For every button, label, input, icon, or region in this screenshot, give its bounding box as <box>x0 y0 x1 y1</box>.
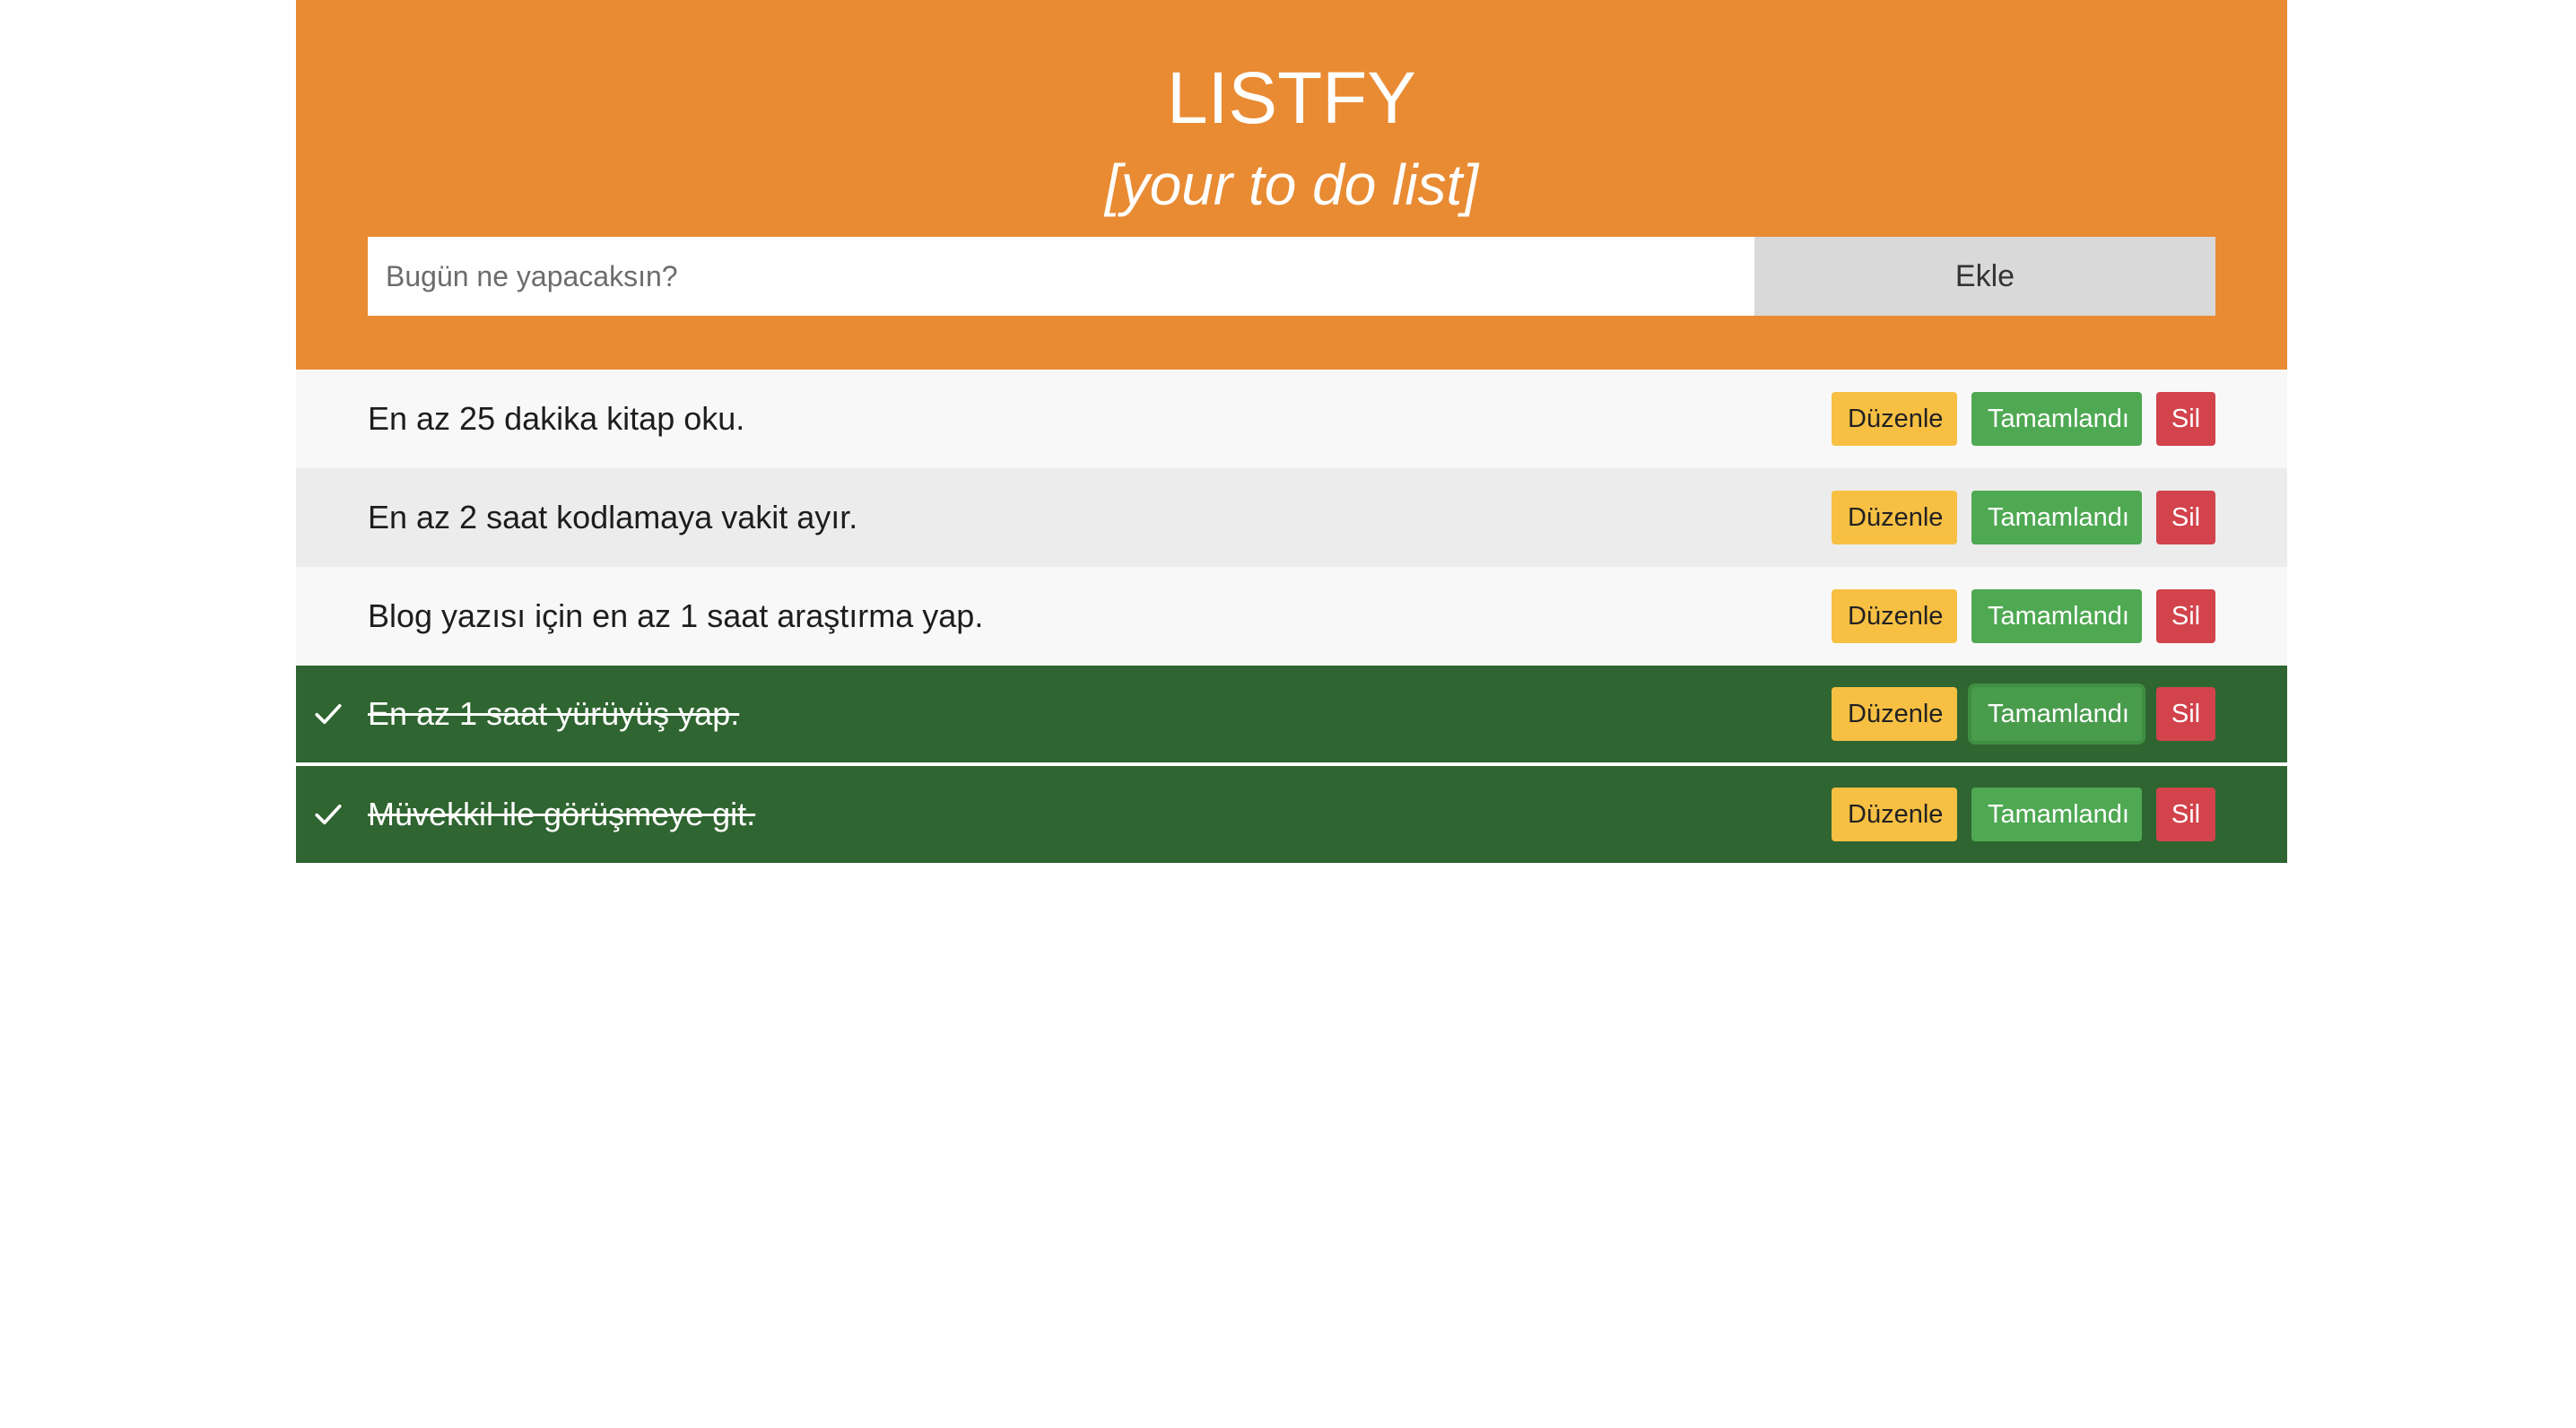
delete-button[interactable]: Sil <box>2156 392 2215 446</box>
task-list: En az 25 dakika kitap oku. Düzenle Tamam… <box>296 370 2287 866</box>
task-actions: Düzenle Tamamlandı Sil <box>1832 491 2215 544</box>
add-task-form: Ekle <box>368 237 2215 316</box>
task-actions: Düzenle Tamamlandı Sil <box>1832 392 2215 446</box>
task-text: En az 25 dakika kitap oku. <box>368 400 745 437</box>
edit-button[interactable]: Düzenle <box>1832 788 1957 841</box>
complete-button[interactable]: Tamamlandı <box>1971 589 2142 643</box>
delete-button[interactable]: Sil <box>2156 687 2215 741</box>
edit-button[interactable]: Düzenle <box>1832 687 1957 741</box>
delete-button[interactable]: Sil <box>2156 589 2215 643</box>
task-actions: Düzenle Tamamlandı Sil <box>1832 687 2215 741</box>
checkmark-icon <box>310 696 346 732</box>
complete-button[interactable]: Tamamlandı <box>1971 788 2142 841</box>
task-actions: Düzenle Tamamlandı Sil <box>1832 788 2215 841</box>
task-item-completed: En az 1 saat yürüyüş yap. Düzenle Tamaml… <box>296 666 2287 766</box>
task-text: Müvekkil ile görüşmeye git. <box>368 796 756 832</box>
app-title: LISTFY <box>1167 57 1416 139</box>
edit-button[interactable]: Düzenle <box>1832 392 1957 446</box>
header: LISTFY [your to do list] Ekle <box>296 0 2287 370</box>
task-item: Blog yazısı için en az 1 saat araştırma … <box>296 567 2287 666</box>
todo-app: LISTFY [your to do list] Ekle En az 25 d… <box>296 0 2287 866</box>
delete-button[interactable]: Sil <box>2156 491 2215 544</box>
checkmark-icon <box>310 797 346 832</box>
task-item-completed: Müvekkil ile görüşmeye git. Düzenle Tama… <box>296 766 2287 866</box>
complete-button[interactable]: Tamamlandı <box>1971 491 2142 544</box>
complete-button[interactable]: Tamamlandı <box>1971 687 2142 741</box>
add-button[interactable]: Ekle <box>1754 237 2215 316</box>
task-input[interactable] <box>368 237 1754 316</box>
task-item: En az 25 dakika kitap oku. Düzenle Tamam… <box>296 370 2287 468</box>
task-text: En az 1 saat yürüyüş yap. <box>368 695 740 732</box>
edit-button[interactable]: Düzenle <box>1832 491 1957 544</box>
app-subtitle: [your to do list] <box>1104 152 1479 217</box>
complete-button[interactable]: Tamamlandı <box>1971 392 2142 446</box>
task-text: Blog yazısı için en az 1 saat araştırma … <box>368 597 984 634</box>
edit-button[interactable]: Düzenle <box>1832 589 1957 643</box>
delete-button[interactable]: Sil <box>2156 788 2215 841</box>
task-item: En az 2 saat kodlamaya vakit ayır. Düzen… <box>296 468 2287 567</box>
task-text: En az 2 saat kodlamaya vakit ayır. <box>368 499 858 536</box>
task-actions: Düzenle Tamamlandı Sil <box>1832 589 2215 643</box>
